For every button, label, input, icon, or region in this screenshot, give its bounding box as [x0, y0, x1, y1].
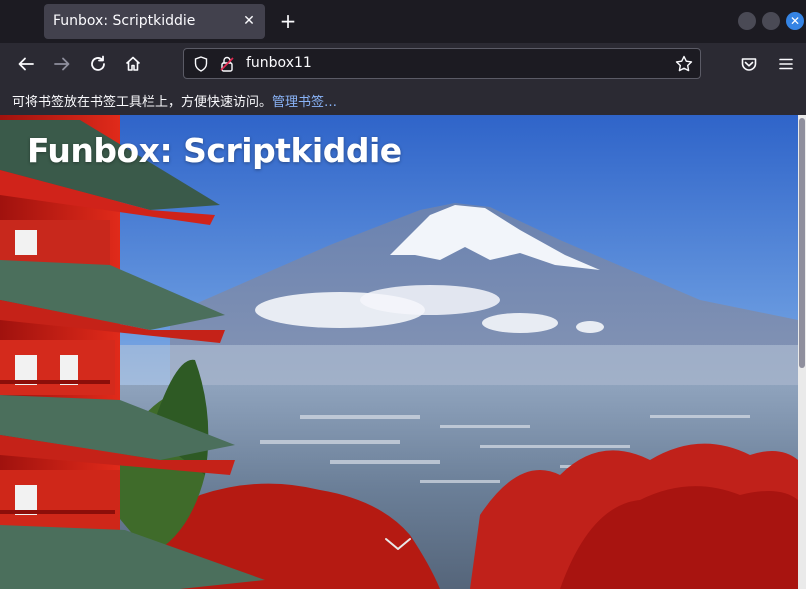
url-bar[interactable]: funbox11: [183, 48, 701, 79]
chevron-down-icon[interactable]: [383, 535, 413, 553]
hero-background-image: [0, 115, 798, 589]
pocket-icon[interactable]: [736, 51, 762, 77]
shield-icon[interactable]: [192, 55, 210, 73]
active-tab[interactable]: Funbox: Scriptkiddie ✕: [44, 4, 265, 39]
navigation-toolbar: funbox11: [0, 43, 806, 84]
page-viewport: Funbox: Scriptkiddie: [0, 115, 806, 589]
maximize-button[interactable]: [762, 12, 780, 30]
manage-bookmarks-link[interactable]: 管理书签…: [272, 95, 337, 110]
arrow-right-icon[interactable]: [49, 51, 75, 77]
plus-icon[interactable]: +: [277, 10, 299, 32]
minimize-button[interactable]: [738, 12, 756, 30]
bookmarks-hint: 可将书签放在书签工具栏上，方便快速访问。管理书签…: [12, 91, 337, 110]
arrow-left-icon[interactable]: [13, 51, 39, 77]
scrollbar-thumb[interactable]: [799, 118, 805, 368]
bookmarks-hint-text: 可将书签放在书签工具栏上，方便快速访问。: [12, 95, 273, 110]
vertical-scrollbar[interactable]: [798, 115, 806, 589]
reload-icon[interactable]: [85, 51, 111, 77]
url-text[interactable]: funbox11: [246, 55, 312, 71]
page-title: Funbox: Scriptkiddie: [27, 131, 402, 170]
close-icon[interactable]: ✕: [239, 11, 259, 31]
tab-title: Funbox: Scriptkiddie: [53, 13, 196, 29]
close-window-button[interactable]: ✕: [786, 12, 804, 30]
hamburger-menu-icon[interactable]: [773, 51, 799, 77]
home-icon[interactable]: [120, 51, 146, 77]
tab-strip: Funbox: Scriptkiddie ✕ + ✕: [0, 0, 806, 43]
bookmarks-toolbar: 可将书签放在书签工具栏上，方便快速访问。管理书签…: [0, 84, 806, 115]
insecure-lock-icon[interactable]: [218, 55, 236, 73]
star-icon[interactable]: [674, 54, 694, 74]
